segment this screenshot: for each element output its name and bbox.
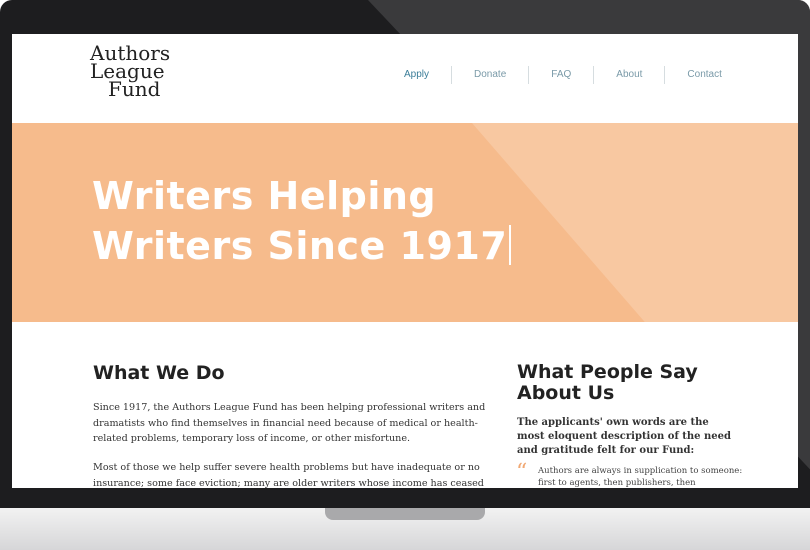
- what-we-do-paragraph-2: Most of those we help suffer severe heal…: [93, 462, 484, 488]
- nav-apply[interactable]: Apply: [382, 66, 451, 84]
- browser-screen: Authors League Fund Apply Donate FAQ Abo…: [12, 34, 798, 488]
- nav-about[interactable]: About: [593, 66, 664, 84]
- site-header: Authors League Fund Apply Donate FAQ Abo…: [12, 34, 798, 123]
- main-nav: Apply Donate FAQ About Contact: [382, 66, 744, 86]
- hero-banner: Writers Helping Writers Since 1917: [12, 123, 798, 322]
- what-people-say-heading: What People Say About Us: [517, 361, 698, 404]
- nav-contact[interactable]: Contact: [664, 66, 743, 84]
- text-cursor: [509, 225, 512, 265]
- site-logo[interactable]: Authors League Fund: [90, 43, 170, 99]
- laptop-notch: [325, 508, 485, 520]
- testimonial-quote: Authors are always in supplication to so…: [538, 466, 743, 488]
- what-we-do-paragraph-1: Since 1917, the Authors League Fund has …: [93, 402, 486, 444]
- testimonial-lead: The applicants' own words are the most e…: [517, 417, 731, 456]
- nav-faq[interactable]: FAQ: [528, 66, 593, 84]
- nav-donate[interactable]: Donate: [451, 66, 528, 84]
- hero-title: Writers Helping Writers Since 1917: [92, 171, 552, 271]
- quote-mark-icon: “: [516, 460, 528, 485]
- what-we-do-heading: What We Do: [93, 362, 225, 384]
